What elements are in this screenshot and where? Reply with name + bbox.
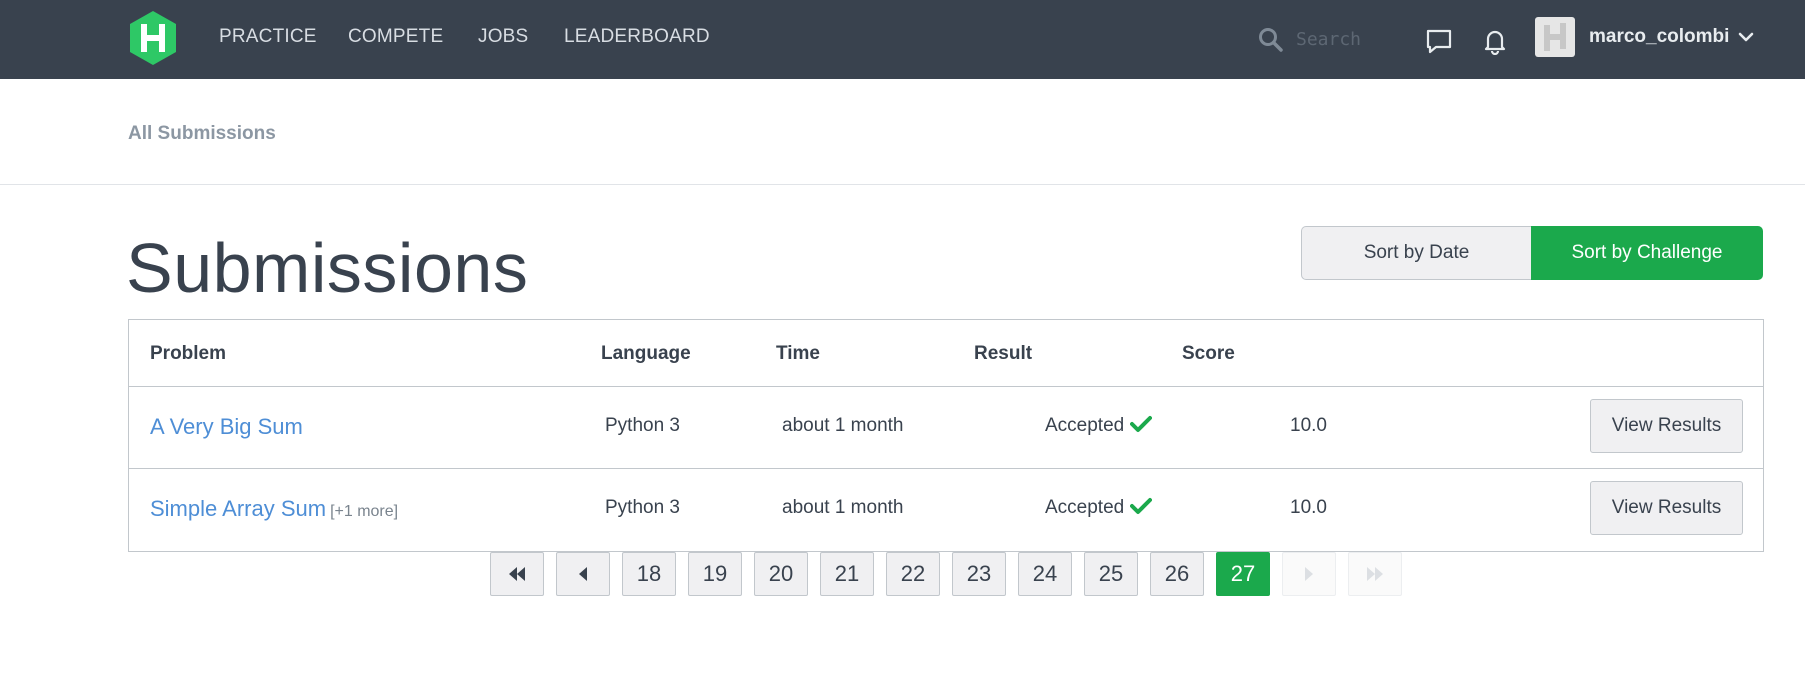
double-left-arrow-icon	[509, 567, 525, 581]
table-header: Problem Language Time Result Score	[129, 320, 1763, 387]
result-text: Accepted	[1045, 415, 1125, 436]
header-time: Time	[776, 343, 821, 364]
search-input[interactable]	[1296, 22, 1406, 56]
header-language: Language	[601, 343, 691, 364]
page-button[interactable]: 22	[886, 552, 940, 596]
header-problem: Problem	[150, 343, 227, 364]
next-page-button	[1282, 552, 1336, 596]
hackerrank-logo-icon[interactable]	[128, 10, 178, 66]
double-right-arrow-icon	[1367, 567, 1383, 581]
page-button[interactable]: 20	[754, 552, 808, 596]
page-button[interactable]: 23	[952, 552, 1006, 596]
result-text: Accepted	[1045, 497, 1125, 518]
sort-toggle-group: Sort by Date Sort by Challenge	[1301, 226, 1763, 280]
view-results-button[interactable]: View Results	[1590, 481, 1743, 535]
nav-jobs[interactable]: JOBS	[478, 26, 528, 48]
left-arrow-icon	[579, 567, 587, 581]
sort-by-challenge-button[interactable]: Sort by Challenge	[1531, 226, 1763, 280]
check-icon	[1130, 498, 1153, 514]
view-results-button[interactable]: View Results	[1590, 399, 1743, 453]
pagination: 18 19 20 21 22 23 24 25 26 27	[0, 552, 1805, 596]
avatar[interactable]	[1535, 17, 1575, 57]
chevron-down-icon[interactable]	[1736, 27, 1756, 47]
messages-icon[interactable]	[1425, 27, 1453, 55]
right-arrow-icon	[1305, 567, 1313, 581]
top-navbar: PRACTICE COMPETE JOBS LEADERBOARD marco_…	[0, 0, 1805, 79]
last-page-button	[1348, 552, 1402, 596]
nav-compete[interactable]: COMPETE	[348, 26, 443, 48]
page-button[interactable]: 26	[1150, 552, 1204, 596]
language-cell: Python 3	[605, 497, 680, 518]
time-cell: about 1 month	[782, 415, 904, 436]
previous-page-button[interactable]	[556, 552, 610, 596]
page-button[interactable]: 24	[1018, 552, 1072, 596]
page-title: Submissions	[126, 229, 529, 307]
check-icon	[1130, 416, 1153, 432]
current-page-button[interactable]: 27	[1216, 552, 1270, 596]
sort-by-date-button[interactable]: Sort by Date	[1301, 226, 1531, 280]
page-button[interactable]: 18	[622, 552, 676, 596]
problem-link[interactable]: A Very Big Sum	[150, 414, 303, 440]
table-row: A Very Big Sum Python 3 about 1 month Ac…	[129, 387, 1763, 469]
notifications-bell-icon[interactable]	[1481, 27, 1509, 55]
more-submissions-link[interactable]: [+1 more]	[330, 503, 398, 520]
breadcrumb-bar: All Submissions	[0, 79, 1805, 185]
username[interactable]: marco_colombi	[1589, 26, 1729, 48]
first-page-button[interactable]	[490, 552, 544, 596]
page-button[interactable]: 25	[1084, 552, 1138, 596]
table-row: Simple Array Sum [+1 more] Python 3 about…	[129, 469, 1763, 551]
nav-practice[interactable]: PRACTICE	[219, 26, 317, 48]
breadcrumb[interactable]: All Submissions	[128, 123, 276, 145]
page-button[interactable]: 21	[820, 552, 874, 596]
result-cell: Accepted	[1045, 415, 1153, 437]
result-cell: Accepted	[1045, 497, 1153, 519]
time-cell: about 1 month	[782, 497, 904, 518]
nav-leaderboard[interactable]: LEADERBOARD	[564, 26, 710, 48]
score-cell: 10.0	[1290, 497, 1327, 518]
search-icon	[1259, 28, 1283, 52]
submissions-table: Problem Language Time Result Score A Ver…	[128, 319, 1764, 552]
problem-link[interactable]: Simple Array Sum	[150, 496, 326, 521]
header-result: Result	[974, 343, 1033, 364]
page-button[interactable]: 19	[688, 552, 742, 596]
header-score: Score	[1182, 343, 1235, 364]
language-cell: Python 3	[605, 415, 680, 436]
problem-link-wrap: Simple Array Sum [+1 more]	[150, 496, 398, 522]
score-cell: 10.0	[1290, 415, 1327, 436]
